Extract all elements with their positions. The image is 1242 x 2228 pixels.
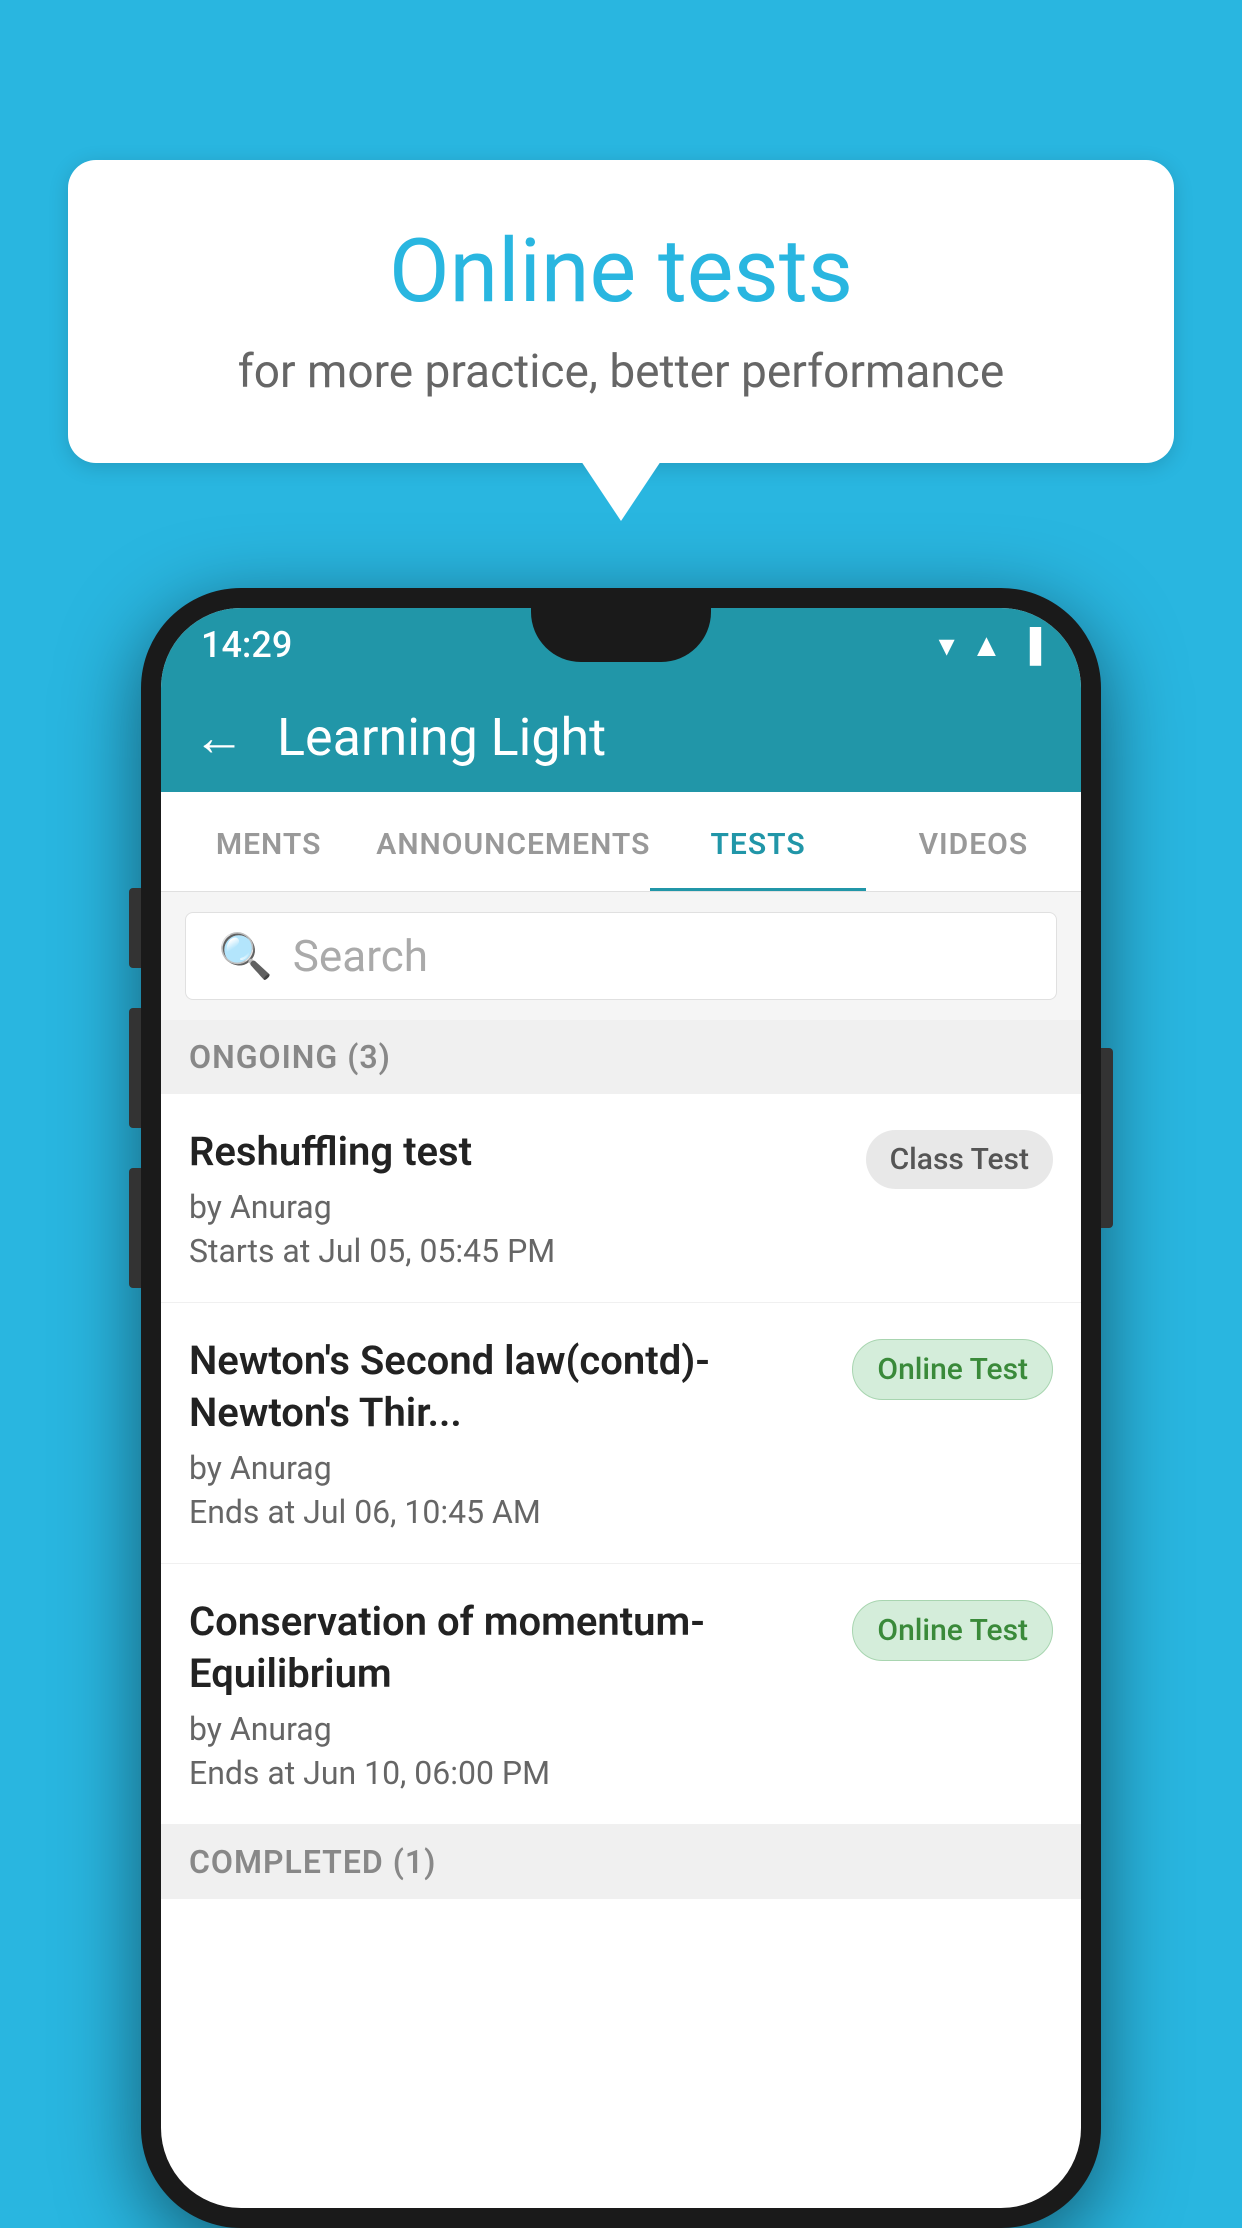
test-info-2: Newton's Second law(contd)-Newton's Thir…: [189, 1335, 828, 1531]
back-button[interactable]: ←: [193, 707, 245, 768]
speech-bubble-subtitle: for more practice, better performance: [148, 345, 1094, 399]
test-item-1[interactable]: Reshuffling test by Anurag Starts at Jul…: [161, 1094, 1081, 1303]
search-placeholder: Search: [293, 930, 428, 982]
speech-bubble-title: Online tests: [148, 224, 1094, 321]
search-box[interactable]: 🔍 Search: [185, 912, 1057, 1000]
status-icons: ▾ ▲ ▐: [939, 626, 1041, 664]
tab-ments[interactable]: MENTS: [161, 801, 376, 891]
test-author-1: by Anurag: [189, 1188, 842, 1226]
completed-section-header: COMPLETED (1): [161, 1825, 1081, 1899]
test-list: Reshuffling test by Anurag Starts at Jul…: [161, 1094, 1081, 1825]
test-name-3: Conservation of momentum-Equilibrium: [189, 1596, 828, 1700]
wifi-icon: ▾: [939, 626, 955, 664]
test-badge-1: Class Test: [866, 1130, 1053, 1189]
test-item-3[interactable]: Conservation of momentum-Equilibrium by …: [161, 1564, 1081, 1825]
test-name-1: Reshuffling test: [189, 1126, 842, 1178]
test-info-3: Conservation of momentum-Equilibrium by …: [189, 1596, 828, 1792]
test-name-2: Newton's Second law(contd)-Newton's Thir…: [189, 1335, 828, 1439]
ongoing-section-title: ONGOING (3): [189, 1038, 391, 1076]
test-time-1: Starts at Jul 05, 05:45 PM: [189, 1232, 842, 1270]
completed-section-title: COMPLETED (1): [189, 1843, 436, 1881]
test-info-1: Reshuffling test by Anurag Starts at Jul…: [189, 1126, 842, 1270]
phone-notch: [531, 608, 711, 662]
phone-screen: 14:29 ▾ ▲ ▐ ← Learning Light MENTS ANNOU…: [161, 608, 1081, 2208]
phone-side-button-vol-up: [129, 1008, 141, 1128]
tab-announcements[interactable]: ANNOUNCEMENTS: [376, 801, 650, 891]
search-container: 🔍 Search: [161, 892, 1081, 1020]
tabs-bar: MENTS ANNOUNCEMENTS TESTS VIDEOS: [161, 792, 1081, 892]
test-badge-2: Online Test: [852, 1339, 1053, 1400]
search-icon: 🔍: [218, 930, 273, 982]
ongoing-section-header: ONGOING (3): [161, 1020, 1081, 1094]
test-time-2: Ends at Jul 06, 10:45 AM: [189, 1493, 828, 1531]
phone-frame: 14:29 ▾ ▲ ▐ ← Learning Light MENTS ANNOU…: [141, 588, 1101, 2228]
test-time-3: Ends at Jun 10, 06:00 PM: [189, 1754, 828, 1792]
speech-bubble-container: Online tests for more practice, better p…: [68, 160, 1174, 521]
speech-bubble-tail: [581, 461, 661, 521]
app-title: Learning Light: [277, 707, 606, 768]
phone-side-button-right: [1101, 1048, 1113, 1228]
tab-tests[interactable]: TESTS: [650, 801, 865, 891]
app-bar: ← Learning Light: [161, 682, 1081, 792]
phone-side-button-vol-down: [129, 1168, 141, 1288]
signal-icon: ▲: [971, 626, 1003, 664]
test-badge-3: Online Test: [852, 1600, 1053, 1661]
test-item-2[interactable]: Newton's Second law(contd)-Newton's Thir…: [161, 1303, 1081, 1564]
speech-bubble: Online tests for more practice, better p…: [68, 160, 1174, 463]
status-time: 14:29: [201, 624, 292, 666]
phone-side-button-power: [129, 888, 141, 968]
test-author-3: by Anurag: [189, 1710, 828, 1748]
test-author-2: by Anurag: [189, 1449, 828, 1487]
tab-videos[interactable]: VIDEOS: [866, 801, 1081, 891]
battery-icon: ▐: [1018, 626, 1041, 664]
